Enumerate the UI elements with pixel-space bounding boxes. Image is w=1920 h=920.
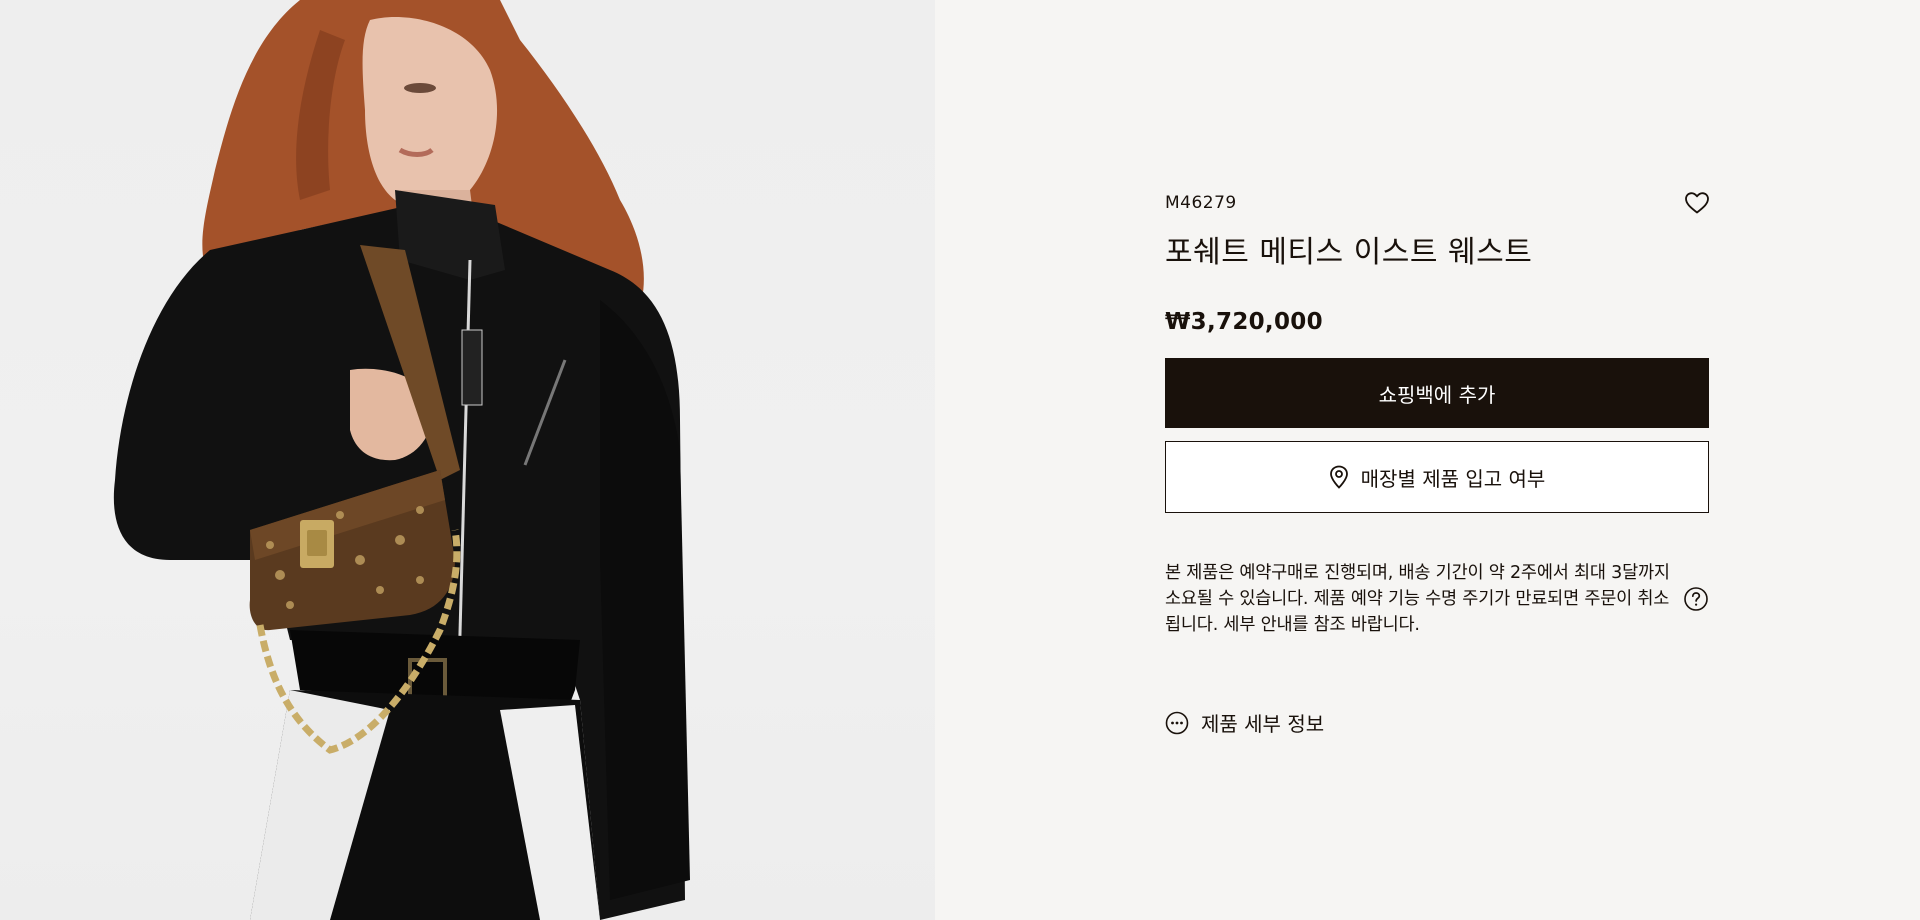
product-page: M46279 포쉐트 메티스 이스트 웨스트 ₩3,720,000 쇼핑백에 추…	[0, 0, 1920, 920]
product-image[interactable]	[0, 0, 935, 920]
product-info: M46279 포쉐트 메티스 이스트 웨스트 ₩3,720,000 쇼핑백에 추…	[1165, 190, 1709, 737]
preorder-notice-text: 본 제품은 예약구매로 진행되며, 배송 기간이 약 2주에서 최대 3달까지 …	[1165, 563, 1670, 635]
product-sku: M46279	[1165, 193, 1237, 213]
model-photo	[113, 0, 690, 920]
product-details-label: 제품 세부 정보	[1201, 712, 1325, 736]
question-circle-icon	[1684, 587, 1708, 611]
location-pin-icon	[1329, 465, 1348, 489]
heart-icon	[1685, 192, 1709, 214]
store-availability-label: 매장별 제품 입고 여부	[1360, 466, 1546, 491]
store-availability-button[interactable]: 매장별 제품 입고 여부	[1165, 441, 1709, 513]
product-info-panel: M46279 포쉐트 메티스 이스트 웨스트 ₩3,720,000 쇼핑백에 추…	[935, 0, 1920, 920]
wishlist-button[interactable]	[1683, 189, 1711, 217]
add-to-bag-label: 쇼핑백에 추가	[1378, 382, 1496, 407]
help-button[interactable]	[1683, 586, 1709, 612]
add-to-bag-button[interactable]: 쇼핑백에 추가	[1165, 358, 1709, 428]
more-circle-icon	[1165, 711, 1189, 734]
product-title: 포쉐트 메티스 이스트 웨스트	[1165, 235, 1533, 270]
preorder-notice: 본 제품은 예약구매로 진행되며, 배송 기간이 약 2주에서 최대 3달까지 …	[1165, 560, 1709, 638]
product-price: ₩3,720,000	[1165, 309, 1323, 335]
sku-row: M46279	[1165, 190, 1709, 216]
product-details-link[interactable]: 제품 세부 정보	[1165, 708, 1709, 737]
